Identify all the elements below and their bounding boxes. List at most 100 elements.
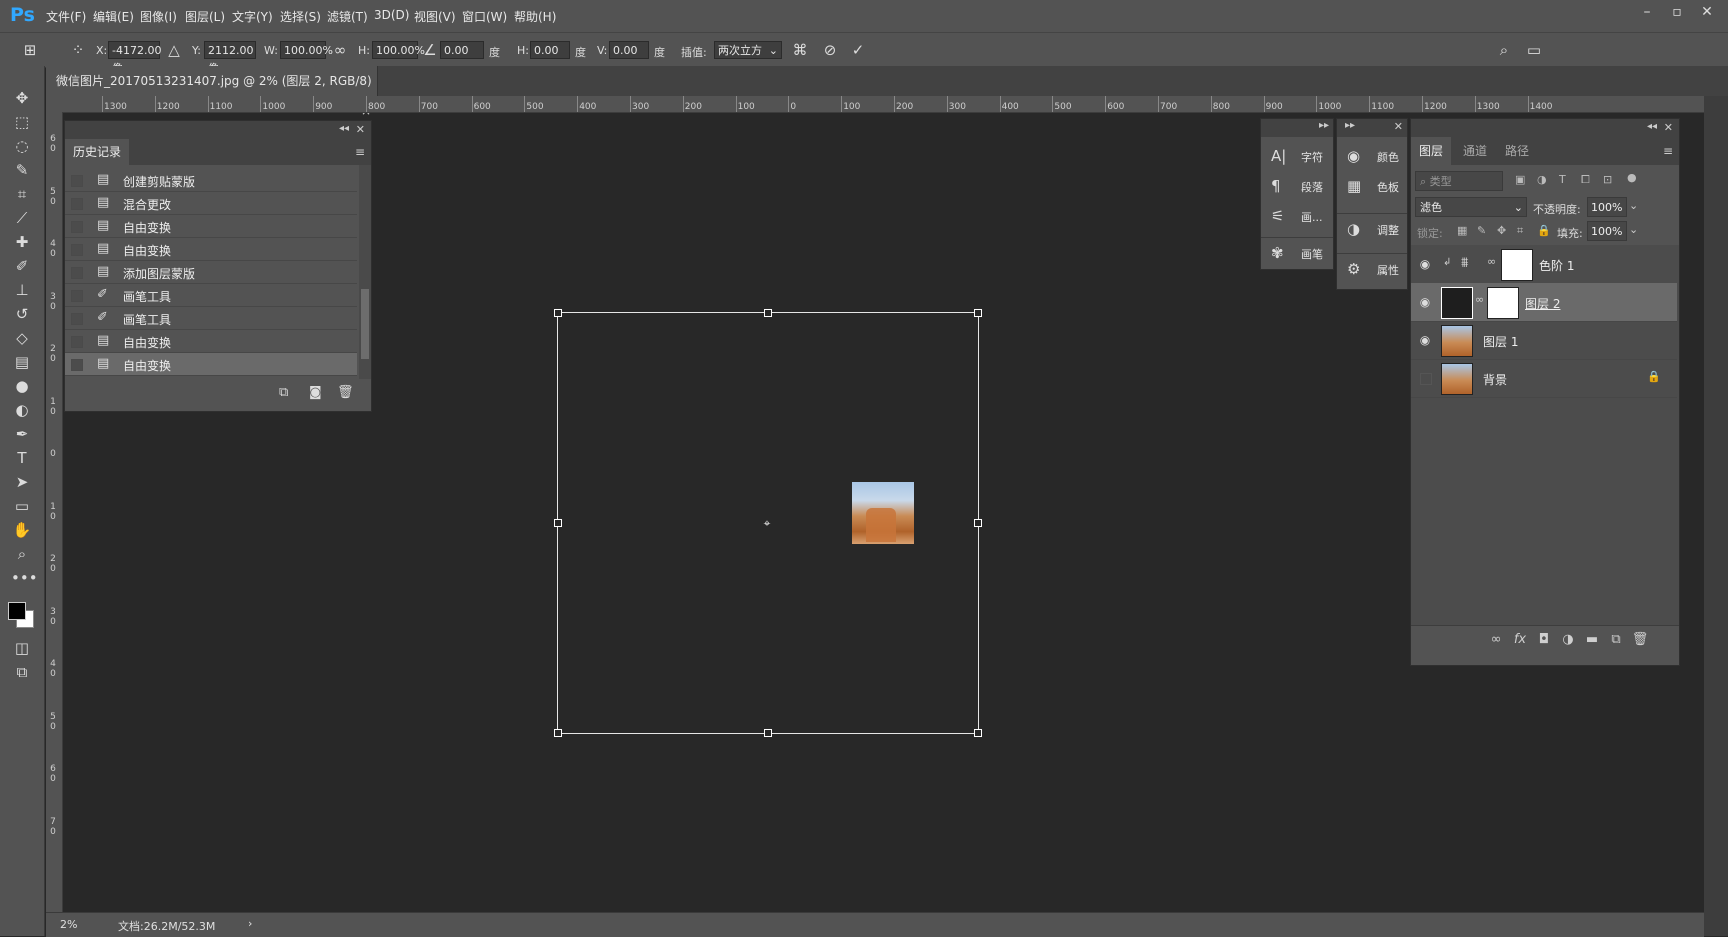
history-scrollbar[interactable] (359, 165, 371, 379)
layer-row-layer-2[interactable]: ◉ ∞ 图层 2 (1411, 283, 1677, 322)
marquee-tool-icon[interactable]: ⬚ (11, 112, 33, 132)
new-layer-icon[interactable]: ⧉ (1607, 632, 1625, 650)
link-layers-icon[interactable]: ∞ (1487, 632, 1505, 650)
panel-menu-icon[interactable]: ≡ (355, 145, 365, 159)
history-row[interactable]: ▤ 混合更改 (65, 192, 357, 215)
shape-tool-icon[interactable]: ▭ (11, 496, 33, 516)
mask-link-icon[interactable]: ∞ (1487, 255, 1496, 268)
more-tools-icon[interactable]: ••• (11, 568, 38, 588)
layer-name[interactable]: 图层 2 (1525, 295, 1560, 312)
expand-icon-2[interactable]: ▸▸ (1345, 120, 1355, 131)
link-icon[interactable]: ∞ (330, 40, 350, 60)
panel-button-paragraph[interactable]: ¶ 段落 (1261, 171, 1333, 199)
history-snapshot-checkbox[interactable] (71, 359, 83, 371)
layer-filter-select[interactable]: ⌕ 类型 (1415, 171, 1503, 191)
eyedropper-tool-icon[interactable]: ⟋ (11, 208, 33, 228)
opacity-field[interactable]: 100% (1587, 197, 1627, 217)
tab-layers[interactable]: 图层 (1411, 137, 1451, 165)
crop-tool-icon[interactable]: ⌗ (11, 184, 33, 204)
reference-point-icon[interactable]: ⁘ (68, 40, 88, 60)
lock-position-icon[interactable]: ✥ (1497, 224, 1506, 237)
panel-button-swatches[interactable]: ▦ 色板 (1337, 171, 1407, 199)
close-panel-icon[interactable]: ✕ (356, 123, 365, 136)
history-row[interactable]: ▤ 自由变换 (65, 353, 357, 376)
menu-window[interactable]: 窗口(W) (462, 8, 507, 25)
chevron-down-icon-opacity[interactable]: ⌄ (1629, 199, 1638, 212)
cancel-transform-icon[interactable]: ⊘ (820, 40, 840, 60)
new-group-folder-icon[interactable]: ▬ (1583, 632, 1601, 650)
lock-all-icon[interactable]: 🔒 (1537, 224, 1551, 237)
mask-link-icon[interactable]: ∞ (1475, 293, 1484, 306)
maximize-icon[interactable]: ▫ (1662, 4, 1692, 24)
panel-button-color[interactable]: ◉ 颜色 (1337, 141, 1407, 169)
transform-handle-left[interactable] (554, 519, 562, 527)
healing-tool-icon[interactable]: ✚ (11, 232, 33, 252)
brush-tool-icon[interactable]: ✐ (11, 256, 33, 276)
document-tab[interactable]: 微信图片_20170513231407.jpg @ 2% (图层 2, RGB/… (46, 66, 378, 118)
zoom-level[interactable]: 2% (60, 918, 77, 931)
menu-view[interactable]: 视图(V) (414, 8, 456, 25)
layer-mask-thumbnail[interactable] (1487, 287, 1519, 319)
close-panel-icon-2[interactable]: ✕ (1394, 120, 1403, 133)
layer-mask-thumbnail[interactable] (1501, 249, 1533, 281)
transform-handle-top-left[interactable] (554, 309, 562, 317)
path-select-tool-icon[interactable]: ➤ (11, 472, 33, 492)
menu-filter[interactable]: 滤镜(T) (327, 8, 368, 25)
tab-paths[interactable]: 路径 (1497, 137, 1537, 165)
fill-field[interactable]: 100% (1587, 221, 1627, 241)
lock-pixels-icon[interactable]: ✎ (1477, 224, 1486, 237)
panel-button-character[interactable]: A| 字符 (1261, 141, 1333, 169)
transform-handle-top[interactable] (764, 309, 772, 317)
history-row[interactable]: ✐ 画笔工具 (65, 307, 357, 330)
commit-transform-icon[interactable]: ✓ (848, 40, 868, 60)
y-position-field[interactable]: 2112.00 像 (204, 41, 256, 75)
visibility-eye-icon[interactable]: ◉ (1418, 333, 1432, 347)
collapse-icon-layers[interactable]: ◂◂ (1647, 121, 1657, 132)
layer-thumbnail[interactable] (1441, 325, 1473, 357)
foreground-color-swatch-top[interactable] (8, 602, 26, 620)
transform-handle-bottom[interactable] (764, 729, 772, 737)
history-scroll-thumb[interactable] (361, 289, 369, 359)
filter-type-icon[interactable]: T (1559, 173, 1566, 186)
history-snapshot-checkbox[interactable] (71, 313, 83, 325)
x-position-field[interactable]: -4172.00 像 (108, 41, 161, 75)
add-mask-icon[interactable]: ◘ (1535, 632, 1553, 650)
delete-state-trash-icon[interactable]: 🗑 (337, 385, 354, 400)
history-snapshot-checkbox[interactable] (71, 290, 83, 302)
panel-button-adjustments[interactable]: ◑ 调整 (1337, 213, 1407, 242)
transform-center-point-icon[interactable]: ⌖ (761, 517, 773, 529)
layer-name[interactable]: 图层 1 (1483, 333, 1518, 350)
menu-3d[interactable]: 3D(D) (374, 8, 409, 22)
filter-shape-icon[interactable]: ⧠ (1581, 173, 1590, 187)
status-menu-arrow-icon[interactable]: › (248, 917, 252, 930)
pen-tool-icon[interactable]: ✒ (11, 424, 33, 444)
gradient-tool-icon[interactable]: ▤ (11, 352, 33, 372)
menu-type[interactable]: 文字(Y) (232, 8, 273, 25)
history-row[interactable]: ▤ 添加图层蒙版 (65, 261, 357, 284)
quick-mask-icon[interactable]: ◫ (11, 638, 33, 658)
width-field[interactable]: 100.00% (280, 41, 333, 59)
fx-icon[interactable]: fx (1511, 632, 1529, 650)
delete-layer-trash-icon[interactable]: 🗑 (1631, 632, 1649, 650)
close-window-icon[interactable]: ✕ (1692, 4, 1722, 24)
zoom-tool-icon[interactable]: ⌕ (11, 544, 33, 564)
lock-artboard-icon[interactable]: ⌗ (1517, 224, 1523, 238)
interpolation-select[interactable]: 两次立方 ⌄ (714, 41, 782, 59)
height-field[interactable]: 100.00% (372, 41, 425, 59)
new-document-from-state-icon[interactable]: ⧉ (279, 385, 288, 400)
history-snapshot-checkbox[interactable] (71, 336, 83, 348)
dodge-tool-icon[interactable]: ◐ (11, 400, 33, 420)
history-snapshot-checkbox[interactable] (71, 267, 83, 279)
lock-transparent-icon[interactable]: ▦ (1457, 224, 1467, 237)
panel-button-brush-settings[interactable]: ⚟ 画... (1261, 201, 1333, 229)
type-tool-icon[interactable]: T (11, 448, 33, 468)
menu-edit[interactable]: 编辑(E) (93, 8, 134, 25)
history-row[interactable]: ▤ 自由变换 (65, 238, 357, 261)
filter-pixel-icon[interactable]: ▣ (1515, 173, 1525, 186)
panel-button-brushes[interactable]: ✾ 画笔 (1261, 237, 1333, 266)
move-tool-icon[interactable]: ✥ (11, 88, 33, 108)
history-brush-tool-icon[interactable]: ↺ (11, 304, 33, 324)
history-snapshot-checkbox[interactable] (71, 198, 83, 210)
menu-image[interactable]: 图像(I) (140, 8, 177, 25)
tab-channels[interactable]: 通道 (1455, 137, 1495, 165)
